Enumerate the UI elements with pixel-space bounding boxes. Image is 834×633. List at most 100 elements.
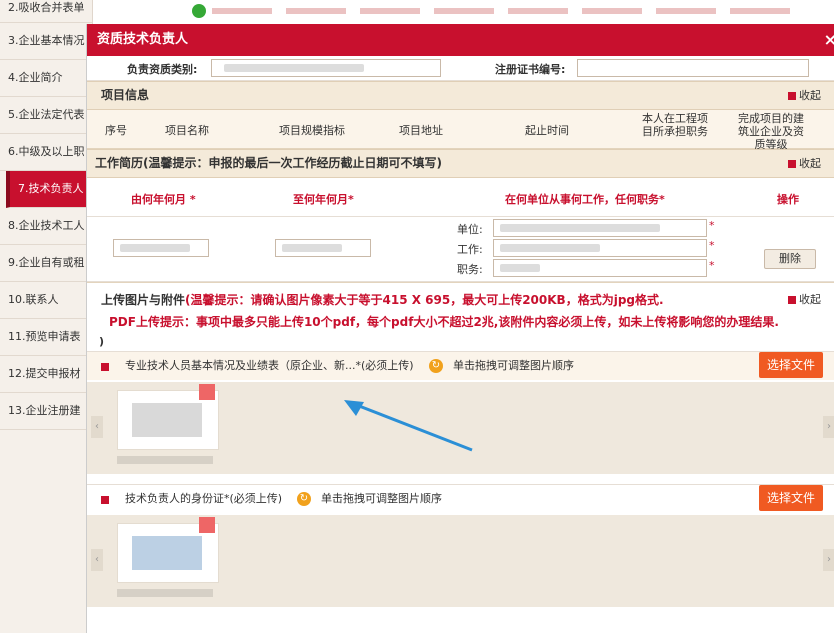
- choose-file-button[interactable]: 选择文件: [759, 485, 823, 511]
- thumbnail-caption: [117, 589, 213, 597]
- section-title: 工作简历(温馨提示：申报的最后一次工作经历截止日期可不填写): [95, 156, 442, 170]
- upload-title: 上传图片与附件(温馨提示：请确认图片像素大于等于415 X 695，最大可上传2…: [101, 291, 664, 308]
- annotation-arrow-icon: [344, 400, 473, 452]
- sidebar-item-label: 9.企业自有或租: [8, 256, 85, 269]
- collapse-label: 收起: [799, 157, 821, 170]
- close-icon[interactable]: ×: [824, 24, 834, 56]
- sidebar-item[interactable]: 12.提交申报材: [0, 356, 92, 393]
- project-info-header: 项目信息 收起: [87, 81, 834, 110]
- sidebar-item-label: 7.技术负责人: [18, 182, 84, 195]
- sidebar-item[interactable]: 8.企业技术工人: [0, 208, 92, 245]
- work-history-columns: 由何年何月 * 至何年何月* 在何单位从事何工作，任何职务* 操作: [87, 178, 834, 217]
- dialog-title-bar: 资质技术负责人 ×: [87, 24, 834, 56]
- sidebar-item-label: 4.企业简介: [8, 71, 63, 84]
- file-label: 专业技术人员基本情况及业绩表（原企业、新...*(必须上传): [125, 359, 414, 372]
- drag-hint: 单击拖拽可调整图片顺序: [453, 359, 574, 372]
- choose-file-button[interactable]: 选择文件: [759, 352, 823, 378]
- sidebar-item[interactable]: 5.企业法定代表: [0, 97, 92, 134]
- sidebar-item-label: 5.企业法定代表: [8, 108, 85, 121]
- collapse-button[interactable]: 收起: [788, 291, 821, 307]
- scroll-right-icon[interactable]: ›: [823, 549, 834, 571]
- column-header: 完成项目的建筑业企业及资质等级: [738, 112, 804, 151]
- sidebar-item[interactable]: 10.联系人: [0, 282, 92, 319]
- delete-button[interactable]: 删除: [764, 249, 816, 269]
- collapse-icon: [788, 296, 796, 304]
- collapse-icon: [788, 92, 796, 100]
- start-date-field[interactable]: [113, 239, 209, 257]
- collapse-icon: [788, 160, 796, 168]
- upload-header: 上传图片与附件(温馨提示：请确认图片像素大于等于415 X 695，最大可上传2…: [87, 282, 834, 351]
- scroll-right-icon[interactable]: ›: [823, 416, 834, 438]
- required-star: *: [709, 239, 715, 252]
- sidebar-item-label: 10.联系人: [8, 293, 59, 306]
- work-field[interactable]: [493, 239, 707, 257]
- sidebar-item[interactable]: 13.企业注册建: [0, 393, 92, 430]
- thumbnail-caption: [117, 456, 213, 464]
- sidebar: 2.吸收合并表单 3.企业基本情况 4.企业简介 5.企业法定代表 6.中级及以…: [0, 0, 93, 633]
- remove-icon[interactable]: [101, 496, 109, 504]
- delete-thumbnail-icon[interactable]: [199, 517, 215, 533]
- required-star: *: [709, 219, 715, 232]
- remove-icon[interactable]: [101, 363, 109, 371]
- work-history-row: 单位: * 工作: * 职务: * 删除: [87, 217, 834, 282]
- collapse-button[interactable]: 收起: [788, 82, 821, 109]
- upload-tip: (温馨提示：请确认图片像素大于等于415 X 695，最大可上传200KB，格式…: [185, 293, 664, 307]
- upload-title-text: 上传图片与附件: [101, 293, 186, 307]
- dialog-title: 资质技术负责人: [97, 32, 189, 47]
- drag-hint: 单击拖拽可调整图片顺序: [321, 492, 442, 505]
- file-bar: 专业技术人员基本情况及业绩表（原企业、新...*(必须上传) ↻ 单击拖拽可调整…: [87, 352, 834, 380]
- column-header: 在何单位从事何工作，任何职务*: [505, 193, 665, 206]
- sidebar-item-label: 11.预览申请表: [8, 330, 81, 343]
- column-header: 项目名称: [165, 124, 209, 137]
- file-upload-section: 技术负责人的身份证*(必须上传) ↻ 单击拖拽可调整图片顺序 选择文件 ‹ ›: [87, 484, 834, 613]
- work-history-header: 工作简历(温馨提示：申报的最后一次工作经历截止日期可不填写) 收起: [87, 149, 834, 178]
- sidebar-item[interactable]: 2.吸收合并表单: [0, 0, 92, 23]
- thumbnail-area: ‹ ›: [87, 515, 834, 607]
- section-title: 项目信息: [101, 88, 150, 102]
- qual-category-field[interactable]: [211, 59, 441, 77]
- column-header: 起止时间: [525, 124, 569, 137]
- column-header: 项目规模指标: [279, 124, 345, 137]
- file-label: 技术负责人的身份证*(必须上传): [125, 492, 283, 505]
- work-label: 工作:: [457, 243, 483, 256]
- column-header: 项目地址: [399, 124, 443, 137]
- background-page-text: [212, 0, 832, 20]
- required-star: *: [709, 259, 715, 272]
- scroll-left-icon[interactable]: ‹: [91, 549, 103, 571]
- sidebar-item-active[interactable]: 7.技术负责人: [6, 171, 92, 208]
- sidebar-item[interactable]: 11.预览申请表: [0, 319, 92, 356]
- unit-field[interactable]: [493, 219, 707, 237]
- duty-label: 职务:: [457, 263, 483, 276]
- closing-paren: ): [99, 335, 105, 348]
- file-bar: 技术负责人的身份证*(必须上传) ↻ 单击拖拽可调整图片顺序 选择文件: [87, 485, 834, 513]
- qual-category-label: 负责资质类别:: [127, 63, 198, 76]
- collapse-label: 收起: [799, 293, 821, 306]
- column-header: 本人在工程项目所承担职务: [642, 112, 708, 138]
- sidebar-item-label: 6.中级及以上职: [8, 145, 85, 158]
- sidebar-item[interactable]: 3.企业基本情况: [0, 23, 92, 60]
- end-date-field[interactable]: [275, 239, 371, 257]
- scroll-left-icon[interactable]: ‹: [91, 416, 103, 438]
- duty-field[interactable]: [493, 259, 707, 277]
- unit-label: 单位:: [457, 223, 483, 236]
- collapse-button[interactable]: 收起: [788, 150, 821, 177]
- tech-lead-dialog: 资质技术负责人 × 负责资质类别: 注册证书编号: 项目信息 收起 序号 项目名…: [86, 24, 834, 633]
- add-icon[interactable]: [192, 4, 206, 18]
- column-header: 至何年何月*: [293, 193, 354, 206]
- sidebar-item-label: 3.企业基本情况: [8, 34, 85, 47]
- sidebar-item-label: 2.吸收合并表单: [8, 1, 85, 14]
- sidebar-item-label: 12.提交申报材: [8, 367, 81, 380]
- sidebar-item[interactable]: 4.企业简介: [0, 60, 92, 97]
- sidebar-item-label: 13.企业注册建: [8, 404, 81, 417]
- sidebar-item-label: 8.企业技术工人: [8, 219, 85, 232]
- drag-icon: ↻: [429, 359, 443, 373]
- cert-no-label: 注册证书编号:: [495, 63, 566, 76]
- delete-thumbnail-icon[interactable]: [199, 384, 215, 400]
- cert-no-field[interactable]: [577, 59, 809, 77]
- collapse-label: 收起: [799, 89, 821, 102]
- column-header: 操作: [777, 193, 799, 206]
- column-header: 由何年何月 *: [131, 193, 196, 206]
- sidebar-item[interactable]: 9.企业自有或租: [0, 245, 92, 282]
- sidebar-item[interactable]: 6.中级及以上职: [0, 134, 92, 171]
- drag-icon: ↻: [297, 492, 311, 506]
